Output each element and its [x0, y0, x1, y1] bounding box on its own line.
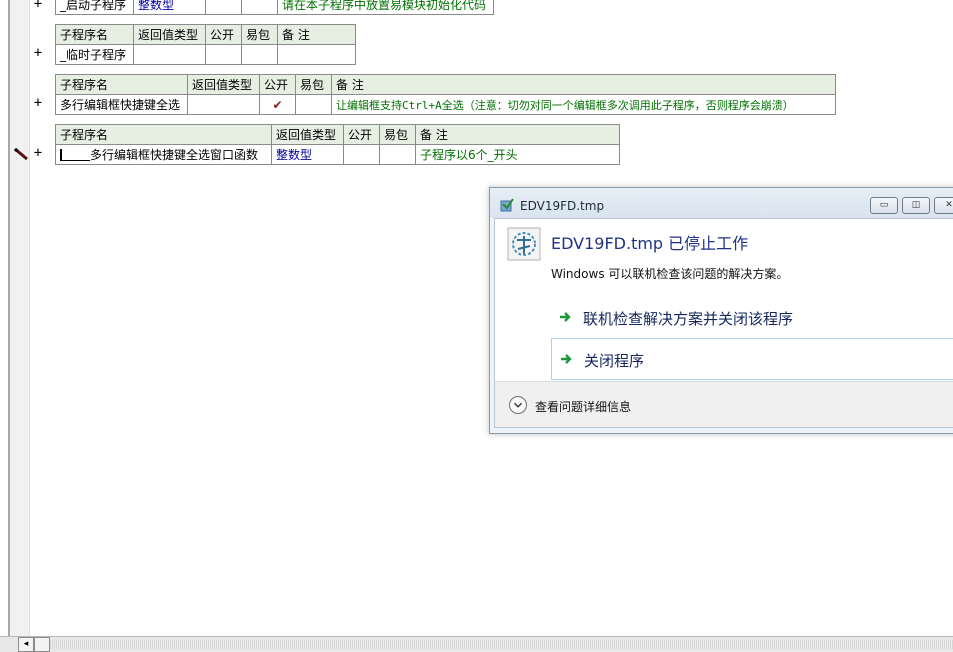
subroutine-table-window-func: 子程序名 返回值类型 公开 易包 备 注 多行编辑框快捷键全选窗口函数 整数型 …	[55, 124, 620, 165]
column-header: 易包	[241, 24, 278, 45]
column-header: 返回值类型	[271, 124, 344, 145]
expand-icon[interactable]: +	[33, 45, 43, 61]
column-header: 备 注	[277, 24, 356, 45]
package-cell[interactable]	[295, 94, 332, 115]
dialog-title: EDV19FD.tmp	[520, 199, 605, 213]
subroutine-name-cell[interactable]: _临时子程序	[55, 44, 134, 65]
expand-icon[interactable]: +	[33, 95, 43, 111]
subroutine-name-cell[interactable]: _启动子程序	[55, 0, 134, 15]
column-header: 子程序名	[55, 124, 272, 145]
column-header: 返回值类型	[187, 74, 260, 95]
public-cell[interactable]	[205, 44, 242, 65]
column-header: 备 注	[415, 124, 620, 145]
scroll-track[interactable]	[50, 640, 953, 649]
close-button[interactable]: ✕	[934, 197, 953, 214]
column-header: 备 注	[331, 74, 836, 95]
package-cell[interactable]	[241, 0, 278, 15]
horizontal-scrollbar[interactable]: ◂	[0, 636, 953, 652]
dialog-heading: EDV19FD.tmp 已停止工作	[551, 234, 749, 253]
dialog-message: Windows 可以联机检查该问题的解决方案。	[551, 267, 789, 281]
maximize-button[interactable]: ◫	[902, 197, 930, 214]
expand-icon[interactable]: +	[33, 0, 43, 12]
public-cell[interactable]	[343, 144, 380, 165]
check-online-option[interactable]: 联机检查解决方案并关闭该程序	[551, 297, 953, 339]
pencil-icon	[13, 148, 28, 160]
dialog-titlebar[interactable]: EDV19FD.tmp ▭ ◫ ✕	[490, 188, 953, 218]
comment-cell[interactable]: 子程序以6个_开头	[415, 144, 620, 165]
return-type-cell[interactable]: 整数型	[271, 144, 344, 165]
package-cell[interactable]	[379, 144, 416, 165]
comment-cell[interactable]: 请在本子程序中放置易模块初始化代码	[277, 0, 494, 15]
green-arrow-icon	[561, 354, 572, 364]
table-row[interactable]: _临时子程序	[55, 44, 356, 65]
column-header: 公开	[259, 74, 296, 95]
text-cursor	[60, 149, 90, 161]
table-header: 子程序名 返回值类型 公开 易包 备 注	[55, 124, 620, 145]
app-icon	[500, 198, 514, 212]
return-type-cell[interactable]	[133, 44, 206, 65]
subroutine-table-temp: 子程序名 返回值类型 公开 易包 备 注 _临时子程序	[55, 24, 356, 65]
table-header: 子程序名 返回值类型 公开 易包 备 注	[55, 24, 356, 45]
table-row[interactable]: _启动子程序 整数型 请在本子程序中放置易模块初始化代码	[55, 0, 494, 15]
table-row[interactable]: 多行编辑框快捷键全选 ✔ 让编辑框支持Ctrl+A全选（注意：切勿对同一个编辑框…	[55, 94, 836, 115]
chevron-down-icon[interactable]	[509, 396, 527, 414]
column-header: 易包	[379, 124, 416, 145]
subroutine-name-cell[interactable]: 多行编辑框快捷键全选窗口函数	[55, 144, 272, 165]
expand-icon[interactable]: +	[33, 145, 43, 161]
table-header: 子程序名 返回值类型 公开 易包 备 注	[55, 74, 836, 95]
return-type-cell[interactable]	[187, 94, 260, 115]
green-arrow-icon	[560, 312, 571, 322]
package-cell[interactable]	[241, 44, 278, 65]
return-type-cell[interactable]: 整数型	[133, 0, 206, 15]
subroutine-name-text: 多行编辑框快捷键全选窗口函数	[90, 148, 259, 162]
column-header: 返回值类型	[133, 24, 206, 45]
comment-cell[interactable]: 让编辑框支持Ctrl+A全选（注意：切勿对同一个编辑框多次调用此子程序，否则程序…	[331, 94, 836, 115]
dialog-body: EDV19FD.tmp 已停止工作 Windows 可以联机检查该问题的解决方案…	[494, 218, 953, 428]
editor-gutter	[10, 0, 30, 636]
scroll-left-arrow-icon[interactable]: ◂	[18, 637, 34, 652]
public-cell[interactable]	[205, 0, 242, 15]
comment-cell[interactable]	[277, 44, 356, 65]
close-program-label: 关闭程序	[584, 352, 645, 370]
subroutine-name-cell[interactable]: 多行编辑框快捷键全选	[55, 94, 188, 115]
column-header: 子程序名	[55, 24, 134, 45]
public-check-icon[interactable]: ✔	[259, 94, 296, 115]
column-header: 子程序名	[55, 74, 188, 95]
table-row[interactable]: 多行编辑框快捷键全选窗口函数 整数型 子程序以6个_开头	[55, 144, 620, 165]
column-header: 易包	[295, 74, 332, 95]
subroutine-table-startup: _启动子程序 整数型 请在本子程序中放置易模块初始化代码	[55, 0, 494, 15]
app-logo-icon	[507, 227, 541, 261]
check-online-label: 联机检查解决方案并关闭该程序	[583, 310, 794, 328]
scroll-thumb[interactable]	[34, 637, 50, 652]
dialog-footer: 查看问题详细信息	[495, 381, 953, 427]
column-header: 公开	[205, 24, 242, 45]
minimize-button[interactable]: ▭	[870, 197, 898, 214]
error-dialog: EDV19FD.tmp ▭ ◫ ✕ EDV19FD.tmp 已停止工作 Wind…	[489, 187, 953, 434]
close-program-option[interactable]: 关闭程序	[551, 338, 953, 380]
column-header: 公开	[343, 124, 380, 145]
subroutine-table-select-all: 子程序名 返回值类型 公开 易包 备 注 多行编辑框快捷键全选 ✔ 让编辑框支持…	[55, 74, 836, 115]
view-details-link[interactable]: 查看问题详细信息	[535, 398, 631, 415]
